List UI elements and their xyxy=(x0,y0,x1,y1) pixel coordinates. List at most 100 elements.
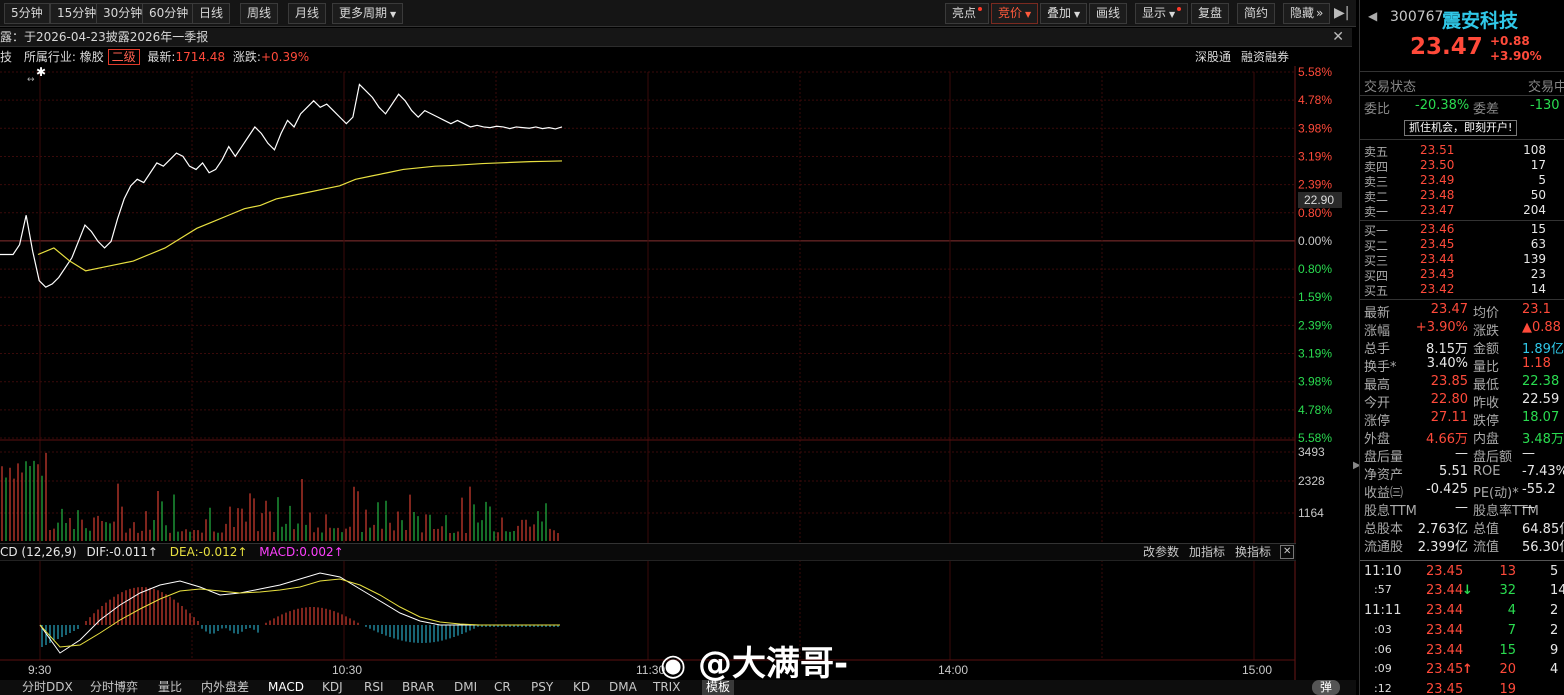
tab-ddx[interactable]: 分时DDX xyxy=(22,680,73,695)
price-lines xyxy=(0,83,563,654)
close-icon[interactable]: ✕ xyxy=(1332,28,1344,46)
bid-price: 23.42 xyxy=(1420,282,1455,296)
margin-trading-link[interactable]: 融资融券 xyxy=(1241,48,1289,67)
auction-button[interactable]: 竞价 ▼ xyxy=(991,3,1039,24)
overlay-button[interactable]: 叠加 ▼ xyxy=(1040,3,1088,24)
tab-macd[interactable]: MACD xyxy=(268,680,304,695)
popup-toggle[interactable]: 弹 xyxy=(1312,680,1341,695)
tick-price: 23.44 xyxy=(1426,603,1464,618)
tab-inout-diff[interactable]: 内外盘差 xyxy=(201,680,249,695)
stat-value: 1.89亿 xyxy=(1522,342,1564,357)
tick-volume: 32 xyxy=(1499,583,1516,598)
stat-value: 23.85 xyxy=(1430,374,1468,389)
y-tick-label: 2.39% xyxy=(1298,178,1332,192)
arrow-down-icon: ↓ xyxy=(1462,583,1473,598)
price-change: +0.88 xyxy=(1490,34,1530,48)
hide-button[interactable]: 隐藏» xyxy=(1283,3,1331,24)
macd-bars xyxy=(41,587,559,647)
y-tick-label: 0.00% xyxy=(1298,234,1332,248)
price-box-label: 22.90 xyxy=(1304,193,1334,207)
display-label: 显示 xyxy=(1142,6,1167,20)
stat-value: 22.80 xyxy=(1430,392,1468,407)
period-monthly-button[interactable]: 月线 xyxy=(288,3,327,24)
skip-icon[interactable]: ▶| xyxy=(1334,5,1349,21)
stat-label: 内盘 xyxy=(1473,432,1500,447)
tick-time: :06 xyxy=(1374,643,1392,656)
ask-label: 卖一 xyxy=(1364,205,1389,219)
y-tick-label: 3.19% xyxy=(1298,149,1332,163)
tab-brar[interactable]: BRAR xyxy=(402,680,435,695)
tab-dmi[interactable]: DMI xyxy=(454,680,477,695)
close-icon[interactable]: ✕ xyxy=(1280,545,1295,559)
tick-time: :57 xyxy=(1374,583,1392,596)
change-value: +0.39% xyxy=(260,50,310,64)
more-periods-label: 更多周期 xyxy=(339,6,388,20)
stat-label: 金额 xyxy=(1473,342,1500,357)
stat-label: 最新 xyxy=(1364,306,1391,321)
highlight-button[interactable]: 亮点 xyxy=(945,3,990,24)
period-5min-button[interactable]: 5分钟 xyxy=(4,3,50,24)
more-periods-dropdown[interactable]: 更多周期 ▼ xyxy=(332,3,404,24)
display-button[interactable]: 显示 ▼ xyxy=(1135,3,1189,24)
tab-volume-ratio[interactable]: 量比 xyxy=(158,680,182,695)
crosshair-star-icon: ✱ xyxy=(36,66,46,79)
replay-button[interactable]: 复盘 xyxy=(1191,3,1230,24)
tick-price: 23.44 xyxy=(1426,623,1464,638)
y-tick-label: 3.98% xyxy=(1298,121,1332,135)
tick-extra: 2 xyxy=(1550,623,1559,638)
status-value: 交易中 xyxy=(1528,80,1564,95)
stat-value: -55.2 xyxy=(1522,482,1556,497)
stat-label: 换手* xyxy=(1364,360,1397,375)
prev-stock-icon[interactable]: ◀ xyxy=(1368,9,1377,23)
stock-name[interactable]: 震安科技 xyxy=(1442,6,1518,33)
tick-time: 11:11 xyxy=(1364,603,1402,618)
tick-volume: 19 xyxy=(1499,682,1516,695)
ask-volume: 108 xyxy=(1523,143,1546,157)
draw-line-button[interactable]: 画线 xyxy=(1089,3,1128,24)
stat-label: 流值 xyxy=(1473,540,1500,555)
industry-name[interactable]: 橡胶 xyxy=(80,50,104,64)
edit-params-button[interactable]: 改参数 xyxy=(1143,544,1179,561)
tab-rsi[interactable]: RSI xyxy=(364,680,384,695)
intraday-chart[interactable]: 5.58%4.78%3.98%3.19%2.39%0.80%0.00%0.80%… xyxy=(0,66,1356,680)
tick-price: 23.45 xyxy=(1426,662,1464,677)
stat-value: 8.15万 xyxy=(1426,342,1468,357)
stat-label: 总手 xyxy=(1364,342,1391,357)
tick-price: 23.45 xyxy=(1426,682,1464,695)
tab-game[interactable]: 分时博弈 xyxy=(90,680,138,695)
volume-bars xyxy=(1,452,559,541)
tick-price: 23.44 xyxy=(1426,643,1464,658)
open-account-button[interactable]: 抓住机会，即刻开户! xyxy=(1404,120,1518,136)
stat-label: 涨跌 xyxy=(1473,324,1500,339)
x-tick-label: 10:30 xyxy=(332,663,362,677)
weibo-logo-icon: ◉ xyxy=(660,648,687,683)
period-weekly-button[interactable]: 周线 xyxy=(240,3,279,24)
ask-volume: 17 xyxy=(1530,158,1546,172)
macd-title[interactable]: CD (12,26,9) xyxy=(0,545,77,559)
index-info-bar: 技 所属行业: 橡胶 二级 最新:1714.48 涨跌:+0.39% 深股通 融… xyxy=(0,48,1296,67)
tab-psy[interactable]: PSY xyxy=(531,680,553,695)
tab-dma[interactable]: DMA xyxy=(609,680,637,695)
notice-text[interactable]: 露：于2026-04-23披露2026年一季报 xyxy=(0,30,208,44)
ask-volume: 50 xyxy=(1530,188,1546,202)
highlight-label: 亮点 xyxy=(952,6,977,20)
stat-value: — xyxy=(1455,446,1468,461)
stat-value: — xyxy=(1522,500,1535,515)
tab-kd[interactable]: KD xyxy=(573,680,590,695)
price-line xyxy=(0,83,563,288)
tab-kdj[interactable]: KDJ xyxy=(322,680,343,695)
period-60min-button[interactable]: 60分钟 xyxy=(142,3,196,24)
add-indicator-button[interactable]: 加指标 xyxy=(1189,544,1225,561)
bid-volume: 14 xyxy=(1530,282,1546,296)
sz-connect-link[interactable]: 深股通 xyxy=(1195,48,1231,67)
switch-indicator-button[interactable]: 换指标 xyxy=(1235,544,1271,561)
simple-button[interactable]: 简约 xyxy=(1237,3,1276,24)
resize-arrow-icon: ↔ xyxy=(27,75,35,85)
tick-volume: 20 xyxy=(1499,662,1516,677)
stat-value: 22.59 xyxy=(1522,392,1560,407)
avg-price-line xyxy=(37,160,563,272)
period-daily-button[interactable]: 日线 xyxy=(192,3,231,24)
tab-cr[interactable]: CR xyxy=(494,680,511,695)
notification-dot-icon xyxy=(1177,7,1182,11)
weicha-label: 委差 xyxy=(1473,102,1500,117)
